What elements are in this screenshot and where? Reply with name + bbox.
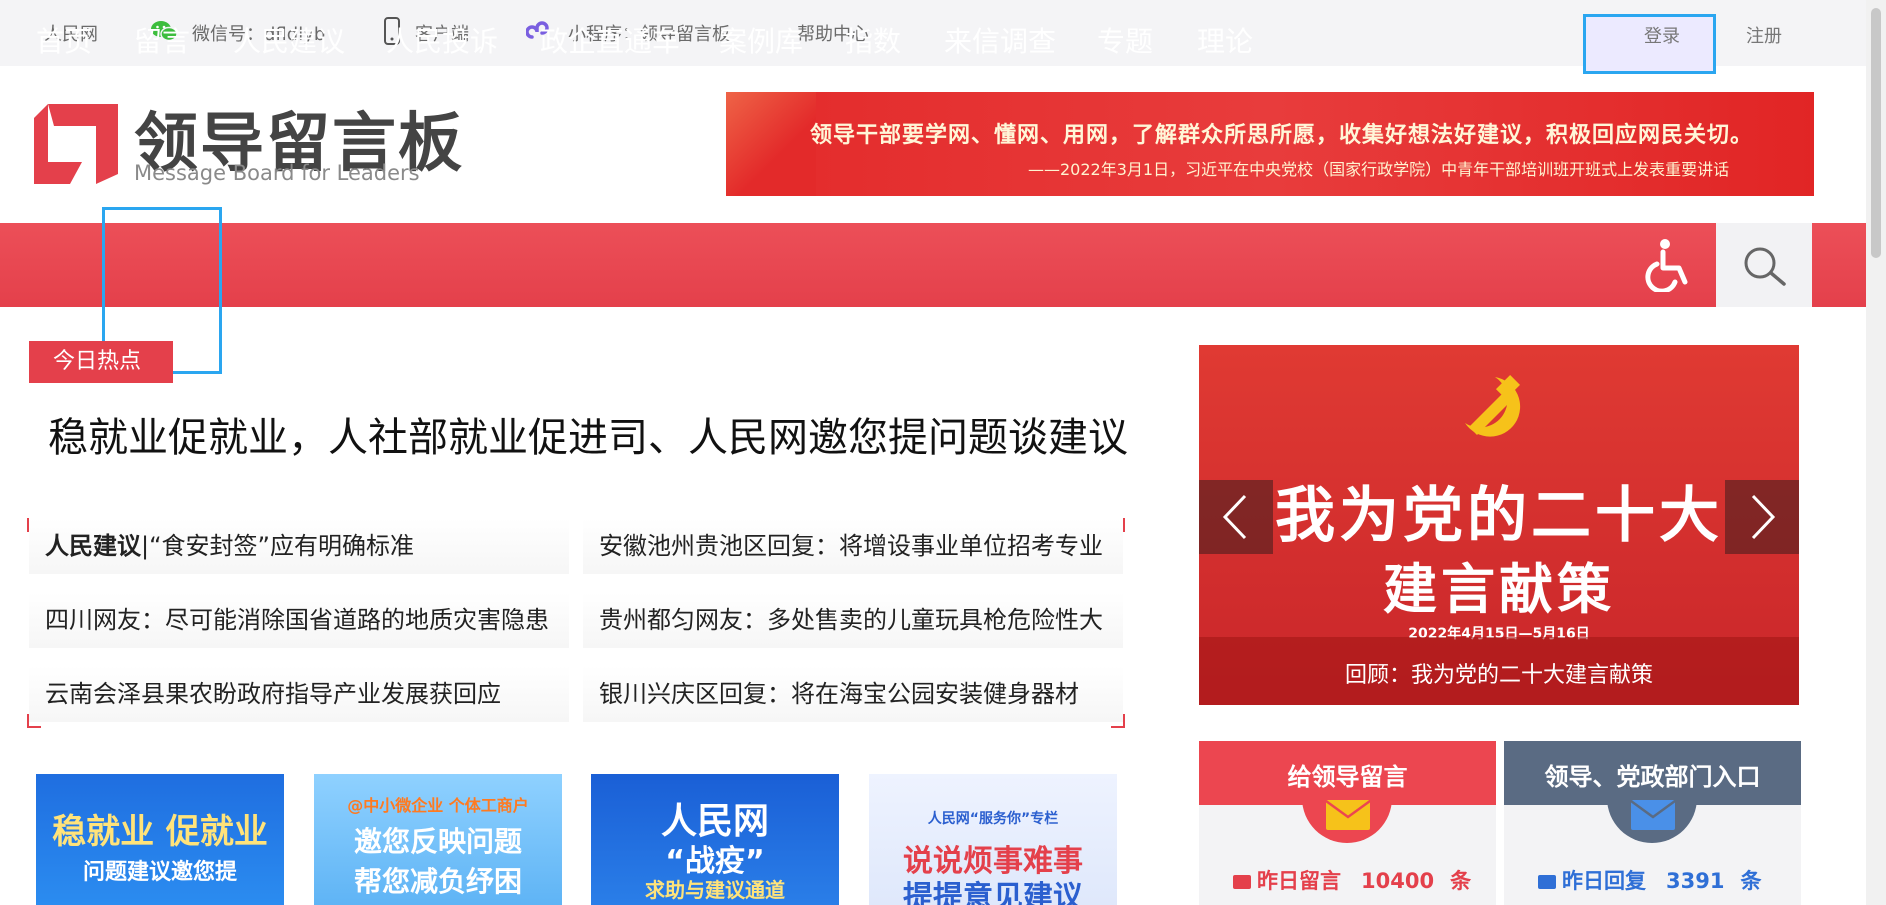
chevron-left-icon — [1222, 494, 1247, 540]
carousel-prev-button[interactable] — [1199, 480, 1273, 554]
entry-stat: 昨日回复 3391 条 — [1538, 865, 1761, 895]
news-title: “食安封签”应有明确标准 — [149, 532, 414, 560]
promo-line: 求助与建议通道 — [645, 878, 785, 902]
chevron-right-icon — [1751, 494, 1776, 540]
nav-item-theory[interactable]: 理论 — [1197, 0, 1253, 84]
news-item[interactable]: 四川网友：尽可能消除国省道路的地质灾害隐患 — [29, 592, 569, 648]
news-item[interactable]: 人民建议|“食安封签”应有明确标准 — [29, 518, 569, 574]
stat-value: 3391 — [1666, 869, 1725, 893]
leave-message-entry[interactable]: 给领导留言 昨日留言 10400 条 — [1199, 741, 1496, 905]
promo-thumbnail[interactable]: 稳就业 促就业 问题建议邀您提 — [36, 774, 284, 905]
envelope-icon — [1630, 799, 1676, 830]
news-category: 人民建议 — [45, 532, 141, 560]
nav-item-suggestion[interactable]: 人民建议 — [233, 0, 345, 84]
nav-item-message[interactable]: 留言 — [134, 0, 190, 84]
promo-line: 邀您反映问题 — [353, 825, 522, 858]
stat-label: 昨日留言 — [1257, 869, 1341, 893]
headline-link[interactable]: 稳就业促就业，人社部就业促进司、人民网邀您提问题谈建议 — [48, 405, 1128, 463]
hot-news-list: 人民建议|“食安封签”应有明确标准 安徽池州贵池区回复：将增设事业单位招考专业 … — [27, 518, 1125, 728]
logo-icon[interactable] — [34, 104, 118, 188]
news-item[interactable]: 云南会泽县果农盼政府指导产业发展获回应 — [29, 666, 569, 722]
nav-item-enterprise[interactable]: 政企直通车 — [540, 0, 680, 84]
news-item[interactable]: 安徽池州贵池区回复：将增设事业单位招考专业 — [583, 518, 1123, 574]
nav-item-index[interactable]: 指数 — [845, 0, 901, 84]
news-item[interactable]: 贵州都匀网友：多处售卖的儿童玩具枪危险性大 — [583, 592, 1123, 648]
stat-unit: 条 — [1740, 869, 1762, 893]
promo-line: 提提意见建议 — [903, 880, 1083, 905]
news-title: 银川兴庆区回复：将在海宝公园安装健身器材 — [599, 680, 1079, 708]
leader-entry[interactable]: 领导、党政部门入口 昨日回复 3391 条 — [1504, 741, 1801, 905]
envelope-icon — [1325, 799, 1371, 830]
news-title: 云南会泽县果农盼政府指导产业发展获回应 — [45, 680, 501, 708]
promo-line: 问题建议邀您提 — [82, 860, 237, 885]
promo-line: 帮您减负纾困 — [353, 865, 522, 898]
entry-icon-circle — [1607, 783, 1697, 843]
carousel-subtitle: 建言献策 — [1383, 558, 1615, 621]
chat-icon — [1233, 875, 1251, 889]
promo-thumbnail[interactable]: @中小微企业 个体工商户 邀您反映问题 帮您减负纾困 — [314, 774, 562, 905]
chat-icon — [1538, 875, 1556, 889]
nav-item-cases[interactable]: 案例库 — [719, 0, 803, 84]
main-nav — [0, 223, 1866, 307]
nav-item-survey[interactable]: 来信调查 — [944, 0, 1056, 84]
stat-label: 昨日回复 — [1562, 869, 1646, 893]
promo-thumbnail[interactable]: 人民网“服务你”专栏 说说烦事难事 提提意见建议 — [869, 774, 1117, 905]
search-button[interactable] — [1716, 223, 1812, 307]
banner-source: ——2022年3月1日，习近平在中央党校（国家行政学院）中青年干部培训班开班式上… — [1028, 160, 1730, 179]
news-title: 贵州都匀网友：多处售卖的儿童玩具枪危险性大 — [599, 606, 1103, 634]
news-title: 安徽池州贵池区回复：将增设事业单位招考专业 — [599, 532, 1103, 560]
news-item[interactable]: 银川兴庆区回复：将在海宝公园安装健身器材 — [583, 666, 1123, 722]
carousel-caption: 回顾：我为党的二十大建言献策 — [1344, 663, 1653, 688]
promo-line: 稳就业 促就业 — [52, 812, 268, 852]
news-title: 四川网友：尽可能消除国省道路的地质灾害隐患 — [45, 606, 549, 634]
stat-unit: 条 — [1450, 869, 1472, 893]
hot-tag: 今日热点 — [29, 341, 173, 383]
scrollbar-thumb[interactable] — [1871, 8, 1881, 258]
nav-item-complaint[interactable]: 人民投诉 — [386, 0, 498, 84]
logo-subtitle: Message Board for Leaders — [134, 161, 420, 185]
entry-icon-circle — [1302, 783, 1392, 843]
banner-decoration — [726, 92, 816, 196]
promo-thumbnail[interactable]: 人民网 “战疫” 求助与建议通道 — [591, 774, 839, 905]
register-button[interactable]: 注册 — [1746, 22, 1782, 48]
login-label: 登录 — [1644, 26, 1680, 47]
promo-line: @中小微企业 个体工商户 — [347, 796, 529, 815]
nav-item-home[interactable]: 首页 — [36, 0, 92, 84]
scrollbar-track[interactable] — [1866, 0, 1886, 905]
banner-quote: 领导干部要学网、懂网、用网，了解群众所思所愿，收集好想法好建议，积极回应网民关切… — [810, 123, 1754, 148]
entry-stat: 昨日留言 10400 条 — [1233, 865, 1471, 895]
nav-item-topics[interactable]: 专题 — [1097, 0, 1153, 84]
entry-title: 领导、党政部门入口 — [1544, 763, 1761, 791]
news-separator: | — [141, 532, 150, 560]
search-icon — [1744, 247, 1786, 286]
promo-line: 人民网“服务你”专栏 — [927, 811, 1059, 827]
carousel-title: 我为党的二十大 — [1275, 481, 1723, 551]
featured-carousel[interactable]: 我为党的二十大 建言献策 2022年4月15日—5月16日 回顾：我为党的二十大… — [1199, 345, 1799, 705]
carousel-next-button[interactable] — [1725, 480, 1799, 554]
quote-banner[interactable]: 领导干部要学网、懂网、用网，了解群众所思所愿，收集好想法好建议，积极回应网民关切… — [726, 92, 1814, 196]
party-emblem-icon — [1465, 374, 1521, 437]
stat-value: 10400 — [1361, 869, 1435, 893]
entry-title: 给领导留言 — [1287, 763, 1408, 791]
accessibility-icon[interactable] — [1645, 238, 1695, 296]
